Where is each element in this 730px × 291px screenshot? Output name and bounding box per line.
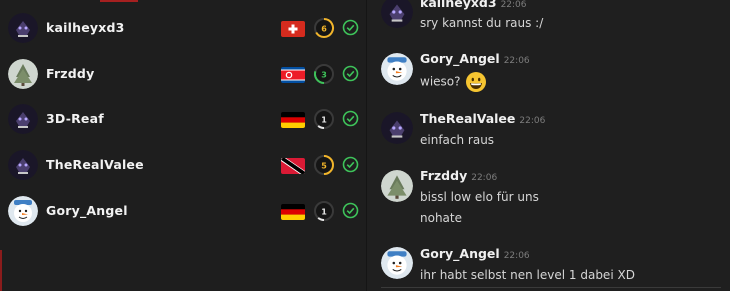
chat-author[interactable]: Gory_Angel 22:06 xyxy=(420,246,530,261)
player-row[interactable]: TheRealValee 5 xyxy=(0,150,366,196)
message-time: 22:06 xyxy=(503,56,530,66)
chat-avatar[interactable] xyxy=(381,247,413,279)
skill-level-badge: 3 xyxy=(313,63,335,85)
chat-message-text: einfach raus xyxy=(420,133,495,147)
north-korea-flag-icon xyxy=(281,67,305,83)
trinidad-flag-icon xyxy=(281,158,305,174)
chat-author[interactable]: Frzddy 22:06 xyxy=(420,168,497,183)
message-time: 22:06 xyxy=(471,173,498,183)
player-avatar[interactable] xyxy=(8,59,38,89)
germany-flag-icon xyxy=(281,204,305,220)
check-circle-icon xyxy=(342,19,359,36)
skill-level-badge: 5 xyxy=(313,154,335,176)
chat-message-text: ihr habt selbst nen level 1 dabei XD xyxy=(420,268,635,282)
skill-level-badge: 1 xyxy=(313,200,335,222)
player-name[interactable]: kailheyxd3 xyxy=(46,20,125,35)
skill-level-badge: 1 xyxy=(313,108,335,130)
level-number: 5 xyxy=(321,162,327,171)
chat-message-text: bissl low elo für uns xyxy=(420,190,539,204)
switzerland-flag-icon xyxy=(281,21,305,37)
message-time: 22:06 xyxy=(503,251,530,261)
player-name[interactable]: Gory_Angel xyxy=(46,203,128,218)
player-avatar[interactable] xyxy=(8,104,38,134)
player-avatar[interactable] xyxy=(8,150,38,180)
chat-author[interactable]: TheRealValee 22:06 xyxy=(420,111,545,126)
author-name[interactable]: TheRealValee xyxy=(420,111,515,126)
player-row[interactable]: Frzddy 3 xyxy=(0,59,366,105)
author-name[interactable]: Gory_Angel xyxy=(420,51,500,66)
chat-avatar[interactable] xyxy=(381,112,413,144)
team-panel: kailheyxd3 6 Frzddy 3 3D-Reaf 1 TheRealV… xyxy=(0,0,366,291)
chat-author[interactable]: Gory_Angel 22:06 xyxy=(420,51,530,66)
player-row[interactable]: 3D-Reaf 1 xyxy=(0,104,366,150)
chat-avatar[interactable] xyxy=(381,170,413,202)
germany-flag-icon xyxy=(281,112,305,128)
message-line: wieso? xyxy=(420,74,461,89)
skill-level-badge: 6 xyxy=(313,17,335,39)
player-avatar[interactable] xyxy=(8,196,38,226)
chat-message-text: wieso? xyxy=(420,71,487,93)
author-name[interactable]: Gory_Angel xyxy=(420,246,500,261)
chat-input-border xyxy=(381,287,721,288)
chat-message-text: nohate xyxy=(420,211,462,225)
level-number: 1 xyxy=(321,116,327,125)
check-circle-icon xyxy=(342,156,359,173)
chat-author[interactable]: kailheyxd3 22:06 xyxy=(420,0,527,10)
message-time: 22:06 xyxy=(500,0,527,10)
active-tab-indicator xyxy=(100,0,138,2)
chat-panel: kailheyxd3 22:06 sry kannst du raus :/ Go… xyxy=(367,0,730,291)
player-avatar[interactable] xyxy=(8,13,38,43)
player-name[interactable]: TheRealValee xyxy=(46,157,144,172)
chat-avatar[interactable] xyxy=(381,53,413,85)
message-time: 22:06 xyxy=(519,116,546,126)
grinning-emoji-icon xyxy=(465,71,487,93)
level-number: 1 xyxy=(321,208,327,217)
chat-avatar[interactable] xyxy=(381,0,413,28)
author-name[interactable]: Frzddy xyxy=(420,168,467,183)
player-name[interactable]: Frzddy xyxy=(46,66,94,81)
player-row[interactable]: kailheyxd3 6 xyxy=(0,13,366,59)
level-number: 6 xyxy=(321,25,327,34)
check-circle-icon xyxy=(342,65,359,82)
level-number: 3 xyxy=(321,71,327,80)
player-row[interactable]: Gory_Angel 1 xyxy=(0,196,366,242)
chat-message-text: sry kannst du raus :/ xyxy=(420,16,544,30)
player-name[interactable]: 3D-Reaf xyxy=(46,111,104,126)
check-circle-icon xyxy=(342,110,359,127)
check-circle-icon xyxy=(342,202,359,219)
team-color-bar xyxy=(0,250,2,291)
author-name[interactable]: kailheyxd3 xyxy=(420,0,497,10)
